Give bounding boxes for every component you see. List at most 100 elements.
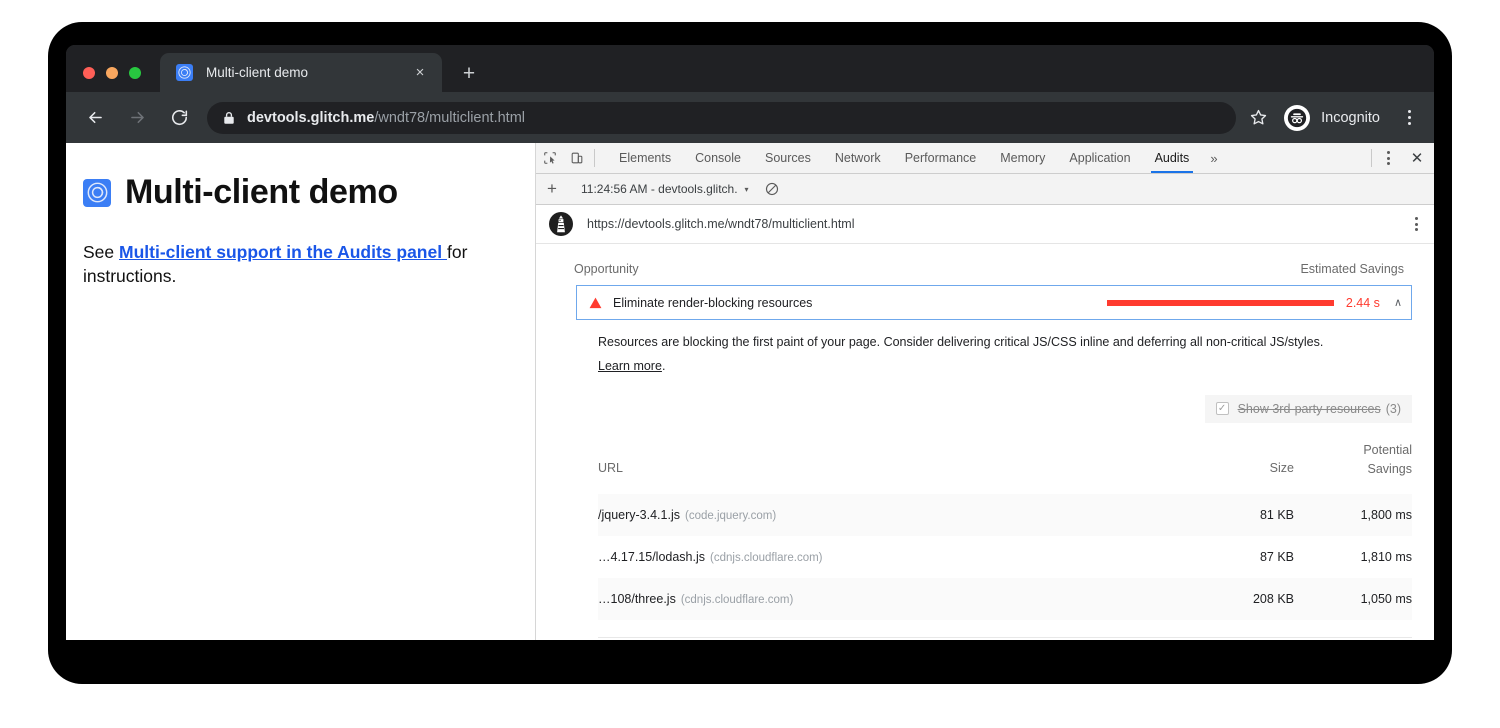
tab-memory[interactable]: Memory bbox=[988, 143, 1057, 173]
page-title: Multi-client demo bbox=[125, 173, 398, 212]
opportunity-savings: 2.44 s ∧ bbox=[1107, 296, 1402, 310]
chevron-up-icon[interactable]: ∧ bbox=[1394, 296, 1402, 309]
report-header: https://devtools.glitch.me/wndt78/multic… bbox=[536, 205, 1434, 244]
filter-row: ✓ Show 3rd-party resources (3) bbox=[536, 379, 1434, 423]
toolbar-divider-2 bbox=[1371, 149, 1372, 167]
resource-url: /jquery-3.4.1.js bbox=[598, 508, 680, 522]
resource-host: (code.jquery.com) bbox=[685, 510, 776, 522]
new-audit-icon[interactable]: + bbox=[536, 179, 568, 199]
column-size[interactable]: Size bbox=[1194, 437, 1294, 494]
opportunity-row[interactable]: Eliminate render-blocking resources 2.44… bbox=[577, 286, 1411, 319]
chrome-menu-icon[interactable] bbox=[1396, 110, 1422, 125]
description-text: Resources are blocking the first paint o… bbox=[598, 335, 1323, 349]
devtools-panel: Elements Console Sources Network Perform… bbox=[536, 143, 1434, 640]
url-path: /wndt78/multiclient.html bbox=[374, 110, 525, 126]
tab-application[interactable]: Application bbox=[1057, 143, 1142, 173]
checkbox-checked-icon[interactable]: ✓ bbox=[1216, 402, 1229, 415]
address-bar-url: devtools.glitch.me/wndt78/multiclient.ht… bbox=[247, 110, 525, 126]
devtools-close-icon[interactable]: ✕ bbox=[1400, 143, 1434, 173]
lighthouse-icon bbox=[548, 211, 574, 237]
table-header-row: URL Size Potential Savings bbox=[598, 437, 1412, 494]
close-icon[interactable]: × bbox=[408, 61, 432, 85]
tab-console[interactable]: Console bbox=[683, 143, 753, 173]
address-bar[interactable]: devtools.glitch.me/wndt78/multiclient.ht… bbox=[207, 102, 1236, 134]
audit-run-selector-label[interactable]: 11:24:56 AM - devtools.glitch. bbox=[581, 182, 738, 196]
audits-subbar: + 11:24:56 AM - devtools.glitch. ▾ bbox=[536, 174, 1434, 205]
resources-table-head: URL Size Potential Savings bbox=[598, 437, 1412, 494]
resources-table-body: /jquery-3.4.1.js(code.jquery.com) 81 KB … bbox=[598, 494, 1412, 620]
toolbar-divider bbox=[594, 149, 595, 167]
lock-icon bbox=[223, 111, 235, 125]
inspect-element-icon[interactable] bbox=[536, 143, 563, 173]
chrome-logo-icon bbox=[83, 179, 111, 207]
devtools-menu-icon[interactable] bbox=[1376, 143, 1400, 173]
new-tab-button[interactable]: + bbox=[456, 61, 482, 87]
filter-label: Show 3rd-party resources bbox=[1238, 402, 1381, 416]
report-menu-icon[interactable] bbox=[1415, 217, 1418, 231]
incognito-icon bbox=[1284, 105, 1310, 131]
viewport: Multi-client demo See Multi-client suppo… bbox=[66, 143, 1434, 640]
table-row[interactable]: …108/three.js (cdnjs.cloudflare.com) 208 … bbox=[598, 578, 1412, 620]
table-footer-divider bbox=[598, 637, 1412, 638]
profile-label: Incognito bbox=[1321, 110, 1380, 126]
savings-header-line-2: Savings bbox=[1294, 460, 1412, 479]
tab-audits[interactable]: Audits bbox=[1143, 143, 1202, 173]
url-domain: devtools.glitch.me bbox=[247, 110, 374, 126]
resource-size: 87 KB bbox=[1194, 536, 1294, 578]
tab-performance[interactable]: Performance bbox=[893, 143, 989, 173]
estimated-savings-column-label: Estimated Savings bbox=[1300, 262, 1404, 276]
tab-network[interactable]: Network bbox=[823, 143, 893, 173]
window-close-button[interactable] bbox=[83, 67, 95, 79]
savings-value: 2.44 s bbox=[1346, 296, 1380, 310]
no-entry-icon[interactable] bbox=[765, 182, 779, 196]
profile-incognito[interactable]: Incognito bbox=[1284, 105, 1380, 131]
savings-bar bbox=[1107, 300, 1334, 306]
devtools-tab-bar: Elements Console Sources Network Perform… bbox=[536, 143, 1434, 174]
page-content: Multi-client demo See Multi-client suppo… bbox=[66, 143, 536, 640]
warning-triangle-icon bbox=[577, 297, 613, 309]
column-potential-savings[interactable]: Potential Savings bbox=[1294, 437, 1412, 494]
resources-table: URL Size Potential Savings /jquery-3.4.1… bbox=[598, 437, 1412, 620]
resource-host: (cdnjs.cloudflare.com) bbox=[710, 552, 822, 564]
resource-savings: 1,800 ms bbox=[1294, 494, 1412, 536]
resource-savings: 1,810 ms bbox=[1294, 536, 1412, 578]
description-period: . bbox=[662, 359, 665, 373]
bookmark-star-icon[interactable] bbox=[1244, 104, 1272, 132]
resource-size: 208 KB bbox=[1194, 578, 1294, 620]
page-paragraph: See Multi-client support in the Audits p… bbox=[83, 240, 511, 288]
reload-icon[interactable] bbox=[164, 103, 194, 133]
tab-elements[interactable]: Elements bbox=[607, 143, 683, 173]
window-maximize-button[interactable] bbox=[129, 67, 141, 79]
savings-header-line-1: Potential bbox=[1294, 441, 1412, 460]
back-icon[interactable] bbox=[80, 103, 110, 133]
opportunity-table-header: Opportunity Estimated Savings bbox=[536, 244, 1434, 285]
table-row[interactable]: /jquery-3.4.1.js(code.jquery.com) 81 KB … bbox=[598, 494, 1412, 536]
device-toolbar-icon[interactable] bbox=[563, 143, 590, 173]
window-minimize-button[interactable] bbox=[106, 67, 118, 79]
row-url-cell: /jquery-3.4.1.js (code.jquery.com) bbox=[598, 494, 1194, 536]
chrome-logo-icon bbox=[176, 64, 193, 81]
browser-tab[interactable]: Multi-client demo × bbox=[160, 53, 442, 92]
opportunity-description: Resources are blocking the first paint o… bbox=[536, 320, 1356, 379]
resource-url: …4.17.15/lodash.js bbox=[598, 550, 705, 564]
devtools-tabs: Elements Console Sources Network Perform… bbox=[607, 143, 1201, 173]
row-url-cell: …108/three.js (cdnjs.cloudflare.com) bbox=[598, 578, 1194, 620]
tab-sources[interactable]: Sources bbox=[753, 143, 823, 173]
row-url-cell: …4.17.15/lodash.js (cdnjs.cloudflare.com) bbox=[598, 536, 1194, 578]
resource-size: 81 KB bbox=[1194, 494, 1294, 536]
more-tabs-icon[interactable]: » bbox=[1201, 143, 1226, 173]
forward-icon[interactable] bbox=[122, 103, 152, 133]
resource-url: …108/three.js bbox=[598, 592, 676, 606]
chevron-down-icon[interactable]: ▾ bbox=[745, 185, 749, 194]
column-url[interactable]: URL bbox=[598, 437, 1194, 494]
resource-savings: 1,050 ms bbox=[1294, 578, 1412, 620]
learn-more-link[interactable]: Learn more bbox=[598, 359, 662, 373]
page-heading: Multi-client demo bbox=[83, 173, 511, 212]
opportunity-card: Eliminate render-blocking resources 2.44… bbox=[576, 285, 1412, 320]
resource-host: (cdnjs.cloudflare.com) bbox=[681, 594, 793, 606]
show-third-party-toggle[interactable]: ✓ Show 3rd-party resources (3) bbox=[1205, 395, 1412, 423]
opportunity-title: Eliminate render-blocking resources bbox=[613, 296, 812, 310]
audits-report: https://devtools.glitch.me/wndt78/multic… bbox=[536, 205, 1434, 640]
table-row[interactable]: …4.17.15/lodash.js (cdnjs.cloudflare.com)… bbox=[598, 536, 1412, 578]
audits-docs-link[interactable]: Multi-client support in the Audits panel bbox=[119, 242, 447, 262]
